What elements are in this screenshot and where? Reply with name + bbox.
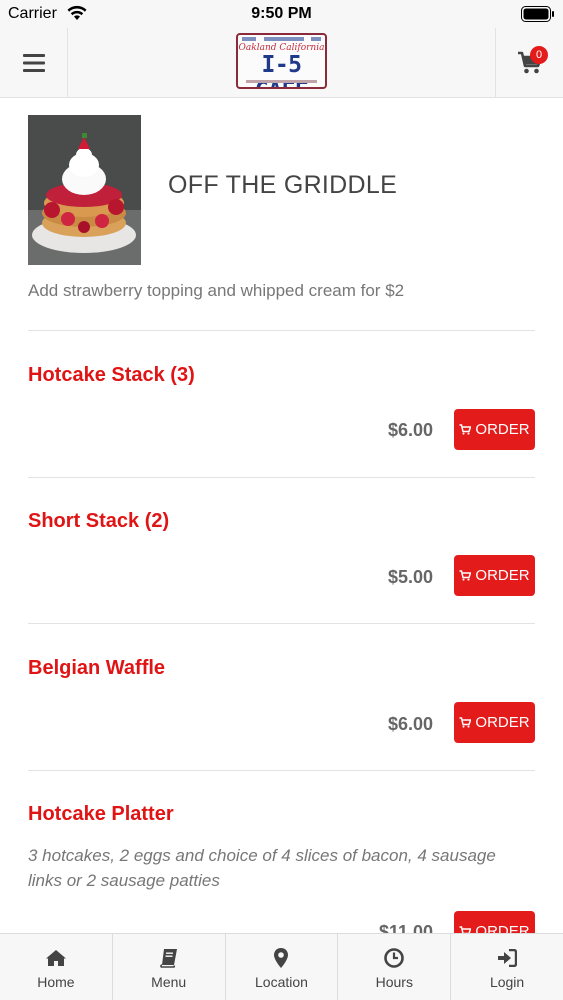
clock-icon — [384, 947, 405, 969]
cart-plus-icon — [459, 926, 472, 933]
item-name: Short Stack (2) — [28, 510, 170, 532]
nav-location[interactable]: Location — [226, 934, 339, 1000]
nav-label: Menu — [151, 974, 187, 990]
app-header: Oakland California I-5 CAFE 0 — [0, 28, 563, 98]
item-name: Hotcake Platter — [28, 803, 174, 825]
order-button-label: ORDER — [475, 567, 530, 584]
order-button-label: ORDER — [475, 923, 530, 933]
item-description: 3 hotcakes, 2 eggs and choice of 4 slice… — [28, 846, 496, 890]
logo-main-text: I-5 CAFE — [255, 52, 309, 87]
order-button[interactable]: ORDER — [454, 409, 535, 450]
order-button[interactable]: ORDER — [454, 555, 535, 596]
nav-menu[interactable]: Menu — [113, 934, 226, 1000]
bottom-nav: Home Menu Location Hours Login — [0, 933, 563, 1000]
item-name: Belgian Waffle — [28, 657, 166, 679]
map-pin-icon — [274, 947, 289, 969]
category-title: OFF THE GRIDDLE — [168, 171, 398, 199]
menu-content[interactable]: OFF THE GRIDDLE Add strawberry topping a… — [0, 98, 563, 933]
book-icon — [159, 947, 178, 969]
status-bar: Carrier 9:50 PM — [0, 0, 563, 28]
order-button-label: ORDER — [475, 421, 530, 438]
order-button[interactable]: ORDER — [454, 911, 535, 933]
divider — [28, 477, 535, 478]
cart-plus-icon — [459, 424, 472, 435]
restaurant-logo[interactable]: Oakland California I-5 CAFE — [236, 33, 327, 89]
nav-hours[interactable]: Hours — [338, 934, 452, 1000]
status-time: 9:50 PM — [251, 5, 312, 22]
category-description: Add strawberry topping and whipped cream… — [28, 281, 405, 300]
divider — [28, 623, 535, 624]
logo-bottom-stripe — [246, 80, 317, 83]
item-price: $6.00 — [387, 420, 433, 440]
cart-plus-icon — [459, 570, 472, 581]
nav-login[interactable]: Login — [451, 934, 563, 1000]
battery-icon — [521, 6, 555, 27]
item-price: $5.00 — [387, 567, 433, 587]
nav-label: Login — [489, 974, 525, 990]
nav-label: Hours — [375, 974, 413, 990]
divider — [28, 770, 535, 771]
nav-label: Home — [37, 974, 75, 990]
nav-home[interactable]: Home — [0, 934, 113, 1000]
item-price: $11.00 — [378, 922, 433, 933]
order-button[interactable]: ORDER — [454, 702, 535, 743]
item-name: Hotcake Stack (3) — [28, 364, 195, 386]
item-price: $6.00 — [387, 714, 433, 734]
cart-button[interactable]: 0 — [495, 28, 563, 98]
hamburger-menu-button[interactable] — [0, 28, 68, 98]
nav-label: Location — [255, 974, 308, 990]
home-icon — [45, 947, 67, 969]
login-icon — [497, 947, 518, 969]
hamburger-icon — [22, 54, 45, 72]
order-button-label: ORDER — [475, 714, 530, 731]
category-image — [28, 115, 141, 265]
cart-plus-icon — [459, 717, 472, 728]
divider — [28, 330, 535, 331]
cart-count-badge: 0 — [530, 46, 548, 64]
